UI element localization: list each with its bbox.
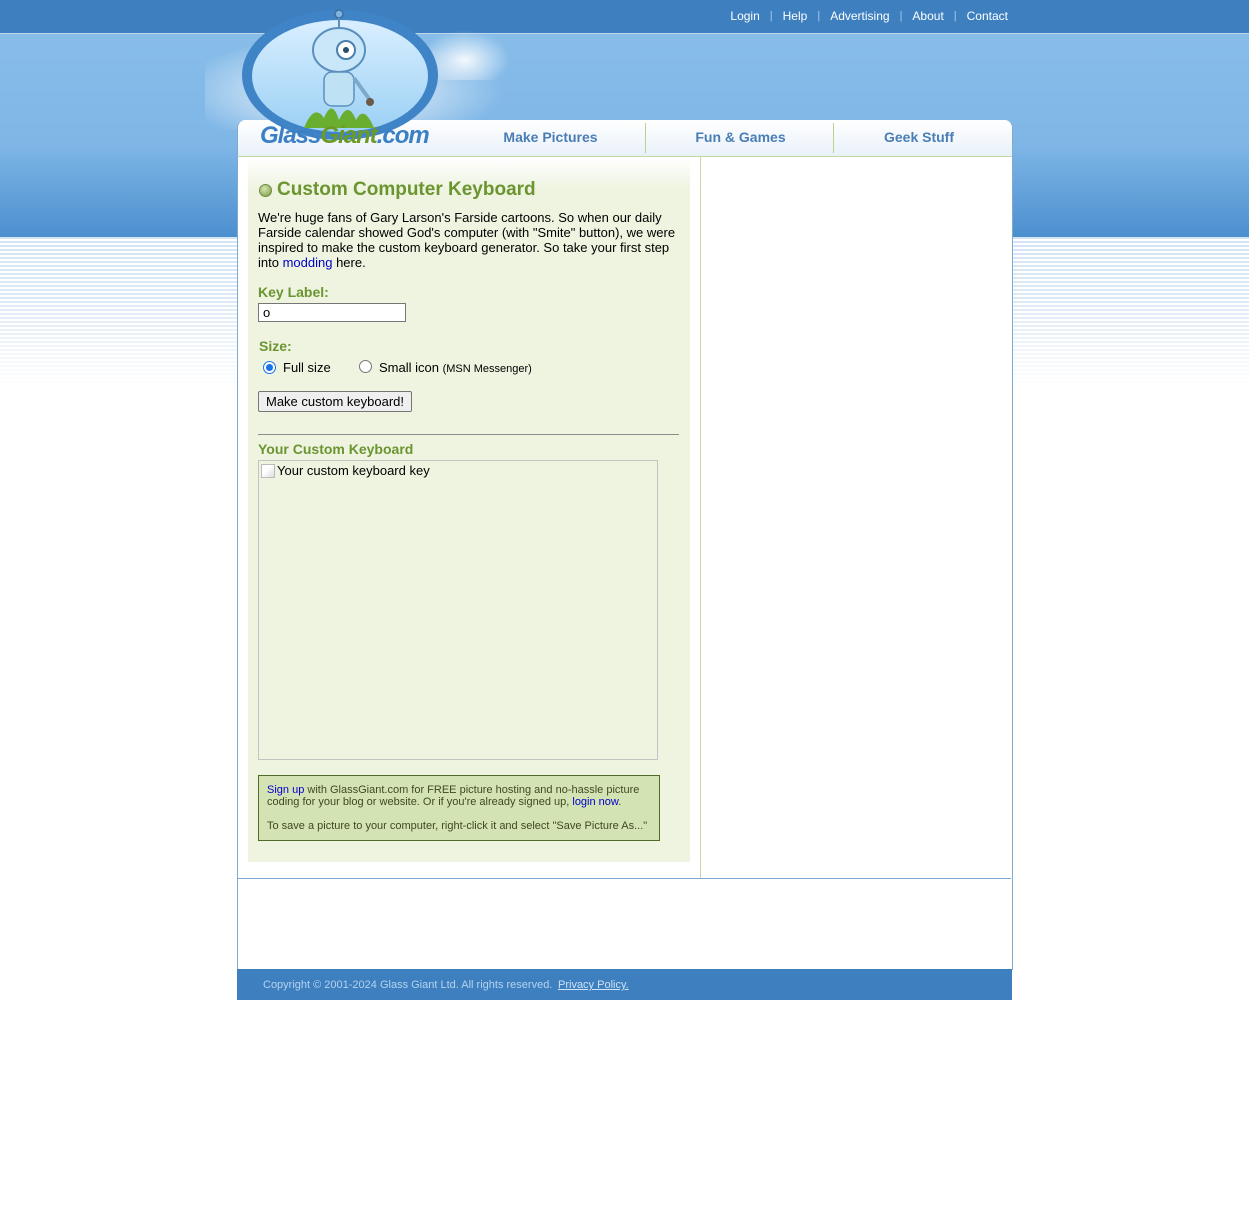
- broken-image-icon: [261, 463, 275, 478]
- size-full-label: Full size: [283, 360, 331, 375]
- save-hint: To save a picture to your computer, righ…: [267, 820, 648, 832]
- logo-wordmark: GlassGiant.com: [260, 122, 430, 150]
- logo-text-glass: Glass: [260, 122, 321, 149]
- nav-separator: |: [953, 10, 957, 22]
- nav-divider: [645, 123, 646, 153]
- nav-separator: |: [769, 10, 773, 22]
- robot-mascot-icon: [304, 9, 374, 128]
- key-label-input[interactable]: [258, 303, 406, 322]
- size-small-label: Small icon (MSN Messenger): [379, 360, 532, 375]
- logo-text-giant: Giant: [320, 122, 377, 149]
- make-keyboard-button[interactable]: Make custom keyboard!: [258, 391, 413, 412]
- size-small-radio[interactable]: [359, 360, 372, 373]
- signup-text-end: .: [618, 796, 622, 808]
- site-logo[interactable]: GlassGiant.com: [232, 0, 447, 155]
- signup-text: Sign up with GlassGiant.com for FREE pic…: [267, 784, 651, 808]
- nav-divider: [833, 123, 834, 153]
- footer: Copyright © 2001-2024 Glass Giant Ltd. A…: [237, 969, 1012, 1000]
- size-full-radio[interactable]: [263, 361, 276, 374]
- intro-text: We're huge fans of Gary Larson's Farside…: [258, 210, 688, 270]
- section-divider: [258, 434, 679, 435]
- top-nav-advertising[interactable]: Advertising: [830, 9, 889, 23]
- top-nav-help[interactable]: Help: [783, 9, 808, 23]
- logo-text-com: .com: [376, 122, 430, 149]
- tab-geek-stuff[interactable]: Geek Stuff: [836, 120, 1002, 156]
- broken-image-placeholder: Your custom keyboard key: [261, 463, 430, 478]
- top-nav-contact[interactable]: Contact: [967, 9, 1008, 23]
- size-heading: Size:: [259, 338, 292, 354]
- title-bullet-icon: [259, 184, 272, 197]
- login-now-link[interactable]: login now: [572, 796, 618, 808]
- content-bottom-border: [238, 878, 1011, 879]
- top-nav-about[interactable]: About: [912, 9, 943, 23]
- top-nav-login[interactable]: Login: [730, 9, 759, 23]
- top-bar: Login | Help | Advertising | About | Con…: [0, 0, 1249, 34]
- nav-separator: |: [817, 10, 821, 22]
- privacy-policy-link[interactable]: Privacy Policy.: [558, 979, 629, 991]
- column-divider: [700, 156, 701, 878]
- tab-fun-games[interactable]: Fun & Games: [648, 120, 833, 156]
- intro-text-end: here.: [332, 255, 366, 270]
- page-title: Custom Computer Keyboard: [277, 179, 536, 200]
- keyboard-image[interactable]: Your custom keyboard key: [258, 460, 658, 760]
- nav-separator: |: [899, 10, 903, 22]
- tab-make-pictures[interactable]: Make Pictures: [458, 120, 643, 156]
- copyright-text: Copyright © 2001-2024 Glass Giant Ltd. A…: [263, 979, 553, 991]
- top-nav: Login | Help | Advertising | About | Con…: [730, 9, 1008, 23]
- image-alt-text: Your custom keyboard key: [277, 463, 430, 478]
- key-label-heading: Key Label:: [258, 284, 329, 300]
- size-small-note: (MSN Messenger): [442, 363, 532, 375]
- info-box: Sign up with GlassGiant.com for FREE pic…: [258, 775, 660, 841]
- size-small-text: Small icon: [379, 360, 439, 375]
- signup-link[interactable]: Sign up: [267, 784, 304, 796]
- result-heading: Your Custom Keyboard: [258, 441, 414, 457]
- modding-link[interactable]: modding: [283, 255, 333, 270]
